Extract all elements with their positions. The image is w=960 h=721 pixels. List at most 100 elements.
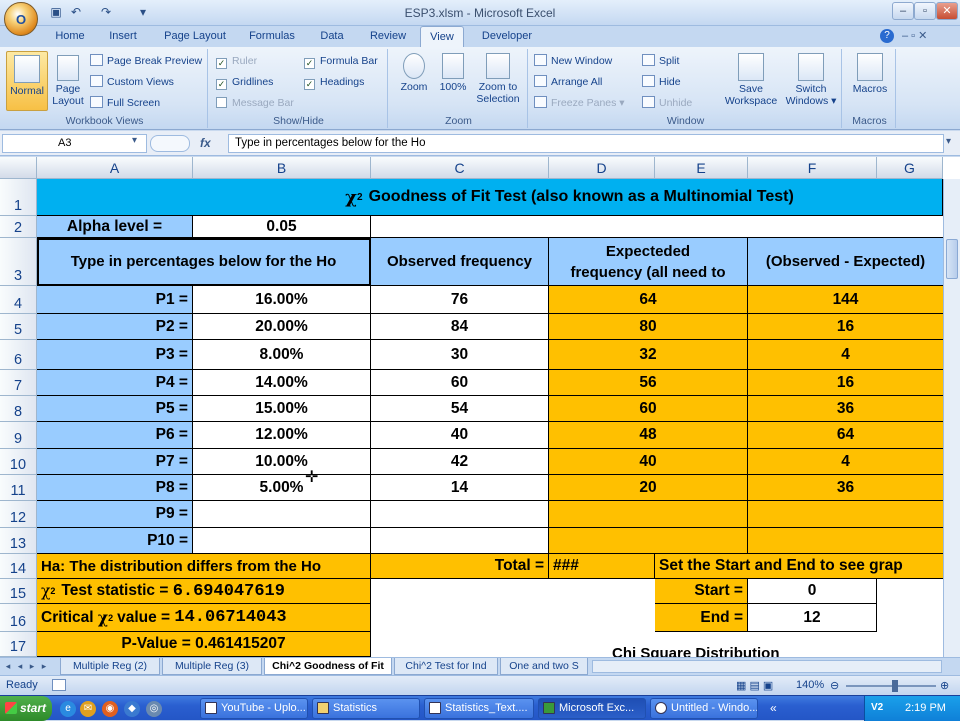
sheet-tab[interactable]: Multiple Reg (3) <box>162 658 262 675</box>
observed-cell[interactable]: 42 <box>371 449 549 475</box>
observed-cell[interactable]: 30 <box>371 340 549 370</box>
percentage-cell[interactable] <box>193 528 371 554</box>
column-header-f[interactable]: F <box>748 157 877 179</box>
taskbar-youtube[interactable]: YouTube - Uplo... <box>200 698 308 719</box>
difference-cell[interactable]: 64 <box>748 422 943 449</box>
critical-value[interactable]: Critical χ 2 value = 14.06714043 <box>37 604 371 632</box>
cell-a3-selected[interactable]: Type in percentages below for the Ho <box>37 238 371 286</box>
vertical-scrollbar[interactable] <box>943 179 960 657</box>
taskbar-statistics[interactable]: Statistics <box>312 698 420 719</box>
taskbar-overflow-icon[interactable]: « <box>770 701 777 715</box>
p-label[interactable]: P6 = <box>37 422 193 449</box>
difference-cell[interactable] <box>748 501 943 528</box>
percentage-cell[interactable]: 20.00% <box>193 314 371 340</box>
expected-cell[interactable]: 56 <box>549 370 748 396</box>
p-label[interactable]: P2 = <box>37 314 193 340</box>
column-header-g[interactable]: G <box>877 157 943 179</box>
percentage-cell[interactable]: 8.00% <box>193 340 371 370</box>
zoom-to-selection-button[interactable]: Zoom to Selection <box>472 53 524 105</box>
end-label[interactable]: End = <box>655 604 748 632</box>
cell-row2-empty[interactable] <box>371 216 943 238</box>
tray-lang[interactable]: V2 <box>871 702 883 713</box>
formula-bar-checkbox[interactable]: ✓ Formula Bar <box>304 53 378 69</box>
next-sheet-icon[interactable]: ▸ <box>26 660 38 672</box>
observed-cell[interactable] <box>371 501 549 528</box>
observed-cell[interactable]: 76 <box>371 286 549 314</box>
row-header[interactable]: 15 <box>0 579 37 604</box>
insert-function-icon[interactable]: fx <box>200 136 211 150</box>
select-all-corner[interactable] <box>0 157 37 179</box>
row-header[interactable]: 14 <box>0 554 37 579</box>
column-header-e[interactable]: E <box>655 157 748 179</box>
percentage-cell[interactable]: 14.00% <box>193 370 371 396</box>
expected-cell[interactable] <box>549 501 748 528</box>
macro-record-icon[interactable] <box>52 679 66 691</box>
last-sheet-icon[interactable]: ▸ <box>38 660 50 672</box>
tab-insert[interactable]: Insert <box>102 26 144 47</box>
scrollbar-thumb[interactable] <box>946 239 958 279</box>
split-button[interactable]: Split <box>642 53 679 69</box>
alpha-value[interactable]: 0.05 <box>193 216 371 238</box>
expected-cell[interactable]: 60 <box>549 396 748 422</box>
expected-cell[interactable]: 48 <box>549 422 748 449</box>
taskbar-excel[interactable]: Microsoft Exc... <box>538 698 646 719</box>
name-box-dropdown-icon[interactable]: ▾ <box>132 135 137 146</box>
row-header[interactable]: 9 <box>0 422 37 449</box>
sheet-tab[interactable]: One and two S <box>500 658 588 675</box>
percentage-cell[interactable]: 10.00% <box>193 449 371 475</box>
start-input[interactable]: 0 <box>748 579 877 604</box>
tab-view[interactable]: View <box>420 26 464 47</box>
full-screen-button[interactable]: Full Screen <box>90 95 160 111</box>
zoom-level[interactable]: 140% <box>796 679 824 691</box>
custom-views-button[interactable]: Custom Views <box>90 74 174 90</box>
start-label[interactable]: Start = <box>655 579 748 604</box>
row-header[interactable]: 3 <box>0 238 37 286</box>
close-button[interactable]: ✕ <box>936 2 958 20</box>
row-header[interactable]: 5 <box>0 314 37 340</box>
formula-input[interactable]: Type in percentages below for the Ho <box>228 134 944 153</box>
office-button[interactable]: O <box>4 2 38 36</box>
first-sheet-icon[interactable]: ◂ <box>2 660 14 672</box>
zoom-slider[interactable] <box>846 685 936 687</box>
prev-sheet-icon[interactable]: ◂ <box>14 660 26 672</box>
tab-review[interactable]: Review <box>364 26 412 47</box>
difference-cell[interactable]: 16 <box>748 370 943 396</box>
tab-developer[interactable]: Developer <box>476 26 538 47</box>
p-value[interactable]: P-Value = 0.461415207 <box>37 632 371 657</box>
switch-windows-button[interactable]: Switch Windows ▾ <box>782 53 840 107</box>
sheet-tab[interactable]: Multiple Reg (2) <box>60 658 160 675</box>
p-label[interactable]: P5 = <box>37 396 193 422</box>
p-label[interactable]: P9 = <box>37 501 193 528</box>
taskbar-untitled[interactable]: Untitled - Windo... <box>650 698 758 719</box>
view-buttons[interactable]: ▦ ▤ ▣ <box>736 679 773 692</box>
unhide-button[interactable]: Unhide <box>642 95 692 111</box>
row-header[interactable]: 12 <box>0 501 37 528</box>
spreadsheet-grid[interactable]: A B C D E F G 1 2 3 4 5 6 7 8 9 10 11 12… <box>0 157 960 657</box>
percentage-cell[interactable]: 12.00% <box>193 422 371 449</box>
maximize-button[interactable]: ▫ <box>914 2 936 20</box>
zoom-100-button[interactable]: 100% <box>436 53 470 93</box>
row-header[interactable]: 16 <box>0 604 37 632</box>
ruler-checkbox[interactable]: ✓ Ruler <box>216 53 257 69</box>
gridlines-checkbox[interactable]: ✓ Gridlines <box>216 74 273 90</box>
expected-cell[interactable]: 80 <box>549 314 748 340</box>
expected-cell[interactable]: 32 <box>549 340 748 370</box>
expected-cell[interactable]: 20 <box>549 475 748 501</box>
p-label[interactable]: P7 = <box>37 449 193 475</box>
message-bar-checkbox[interactable]: Message Bar <box>216 95 294 111</box>
percentage-cell[interactable] <box>193 501 371 528</box>
tab-formulas[interactable]: Formulas <box>244 26 300 47</box>
sheet-title[interactable]: χ 2 Goodness of Fit Test (also known as a … <box>37 179 943 216</box>
difference-cell[interactable]: 4 <box>748 340 943 370</box>
expected-cell[interactable]: 40 <box>549 449 748 475</box>
tab-data[interactable]: Data <box>314 26 350 47</box>
formula-bar-resize-handle[interactable] <box>150 135 190 152</box>
hide-button[interactable]: Hide <box>642 74 681 90</box>
row-header[interactable]: 2 <box>0 216 37 238</box>
p-label[interactable]: P10 = <box>37 528 193 554</box>
firefox-icon[interactable]: ◉ <box>102 701 118 717</box>
column-header-b[interactable]: B <box>193 157 371 179</box>
difference-cell[interactable]: 16 <box>748 314 943 340</box>
p-label[interactable]: P1 = <box>37 286 193 314</box>
observed-cell[interactable]: 14 <box>371 475 549 501</box>
